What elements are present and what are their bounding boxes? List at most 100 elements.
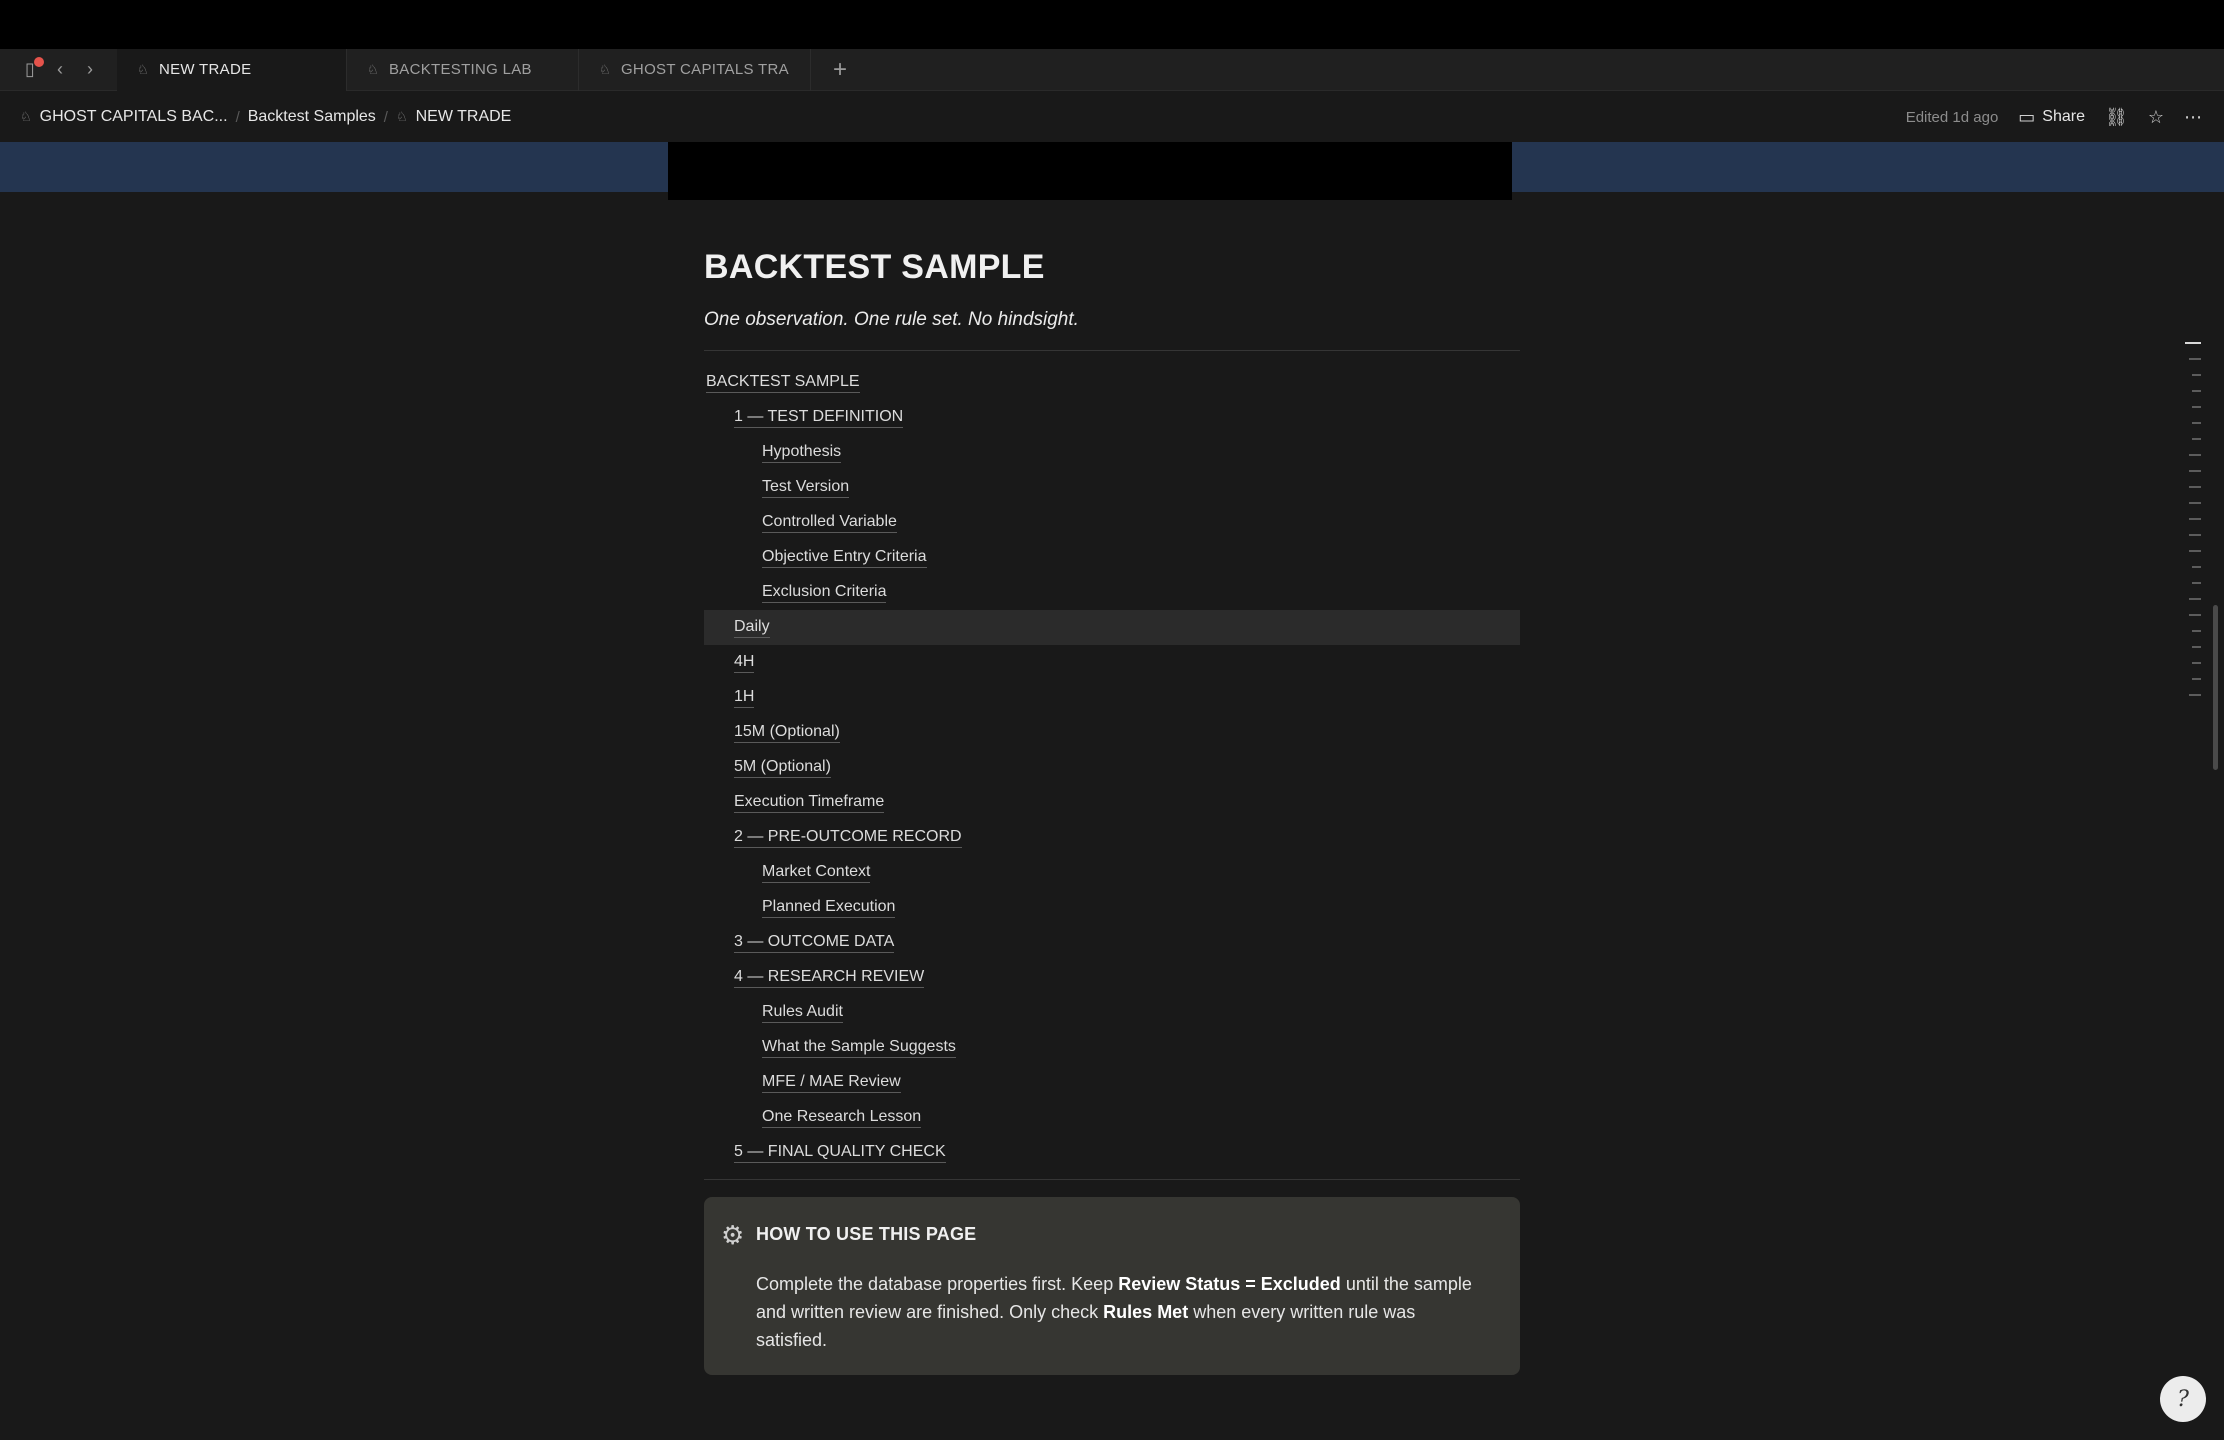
notification-badge <box>34 56 44 67</box>
outline-marker[interactable] <box>2192 630 2201 632</box>
new-tab-icon[interactable]: + <box>825 55 855 85</box>
page-subtitle[interactable]: One observation. One rule set. No hindsi… <box>704 309 1520 331</box>
page-icon: ♘ <box>137 61 149 77</box>
toc-item[interactable]: 1H <box>704 680 1520 715</box>
callout-title: HOW TO USE THIS PAGE <box>756 1224 977 1244</box>
callout-text: Complete the database properties first. … <box>756 1274 1119 1294</box>
outline-marker[interactable] <box>2189 486 2201 488</box>
page-content: BACKTEST SAMPLE One observation. One rul… <box>704 248 1520 1375</box>
breadcrumb-item-current[interactable]: ♘ NEW TRADE <box>396 108 511 126</box>
outline-marker[interactable] <box>2189 358 2201 360</box>
link-icon[interactable]: ⛓ <box>2105 107 2128 128</box>
toc-item[interactable]: 3 — OUTCOME DATA <box>704 925 1520 960</box>
table-of-contents: BACKTEST SAMPLE 1 — TEST DEFINITION Hypoth… <box>704 365 1520 1170</box>
toc-item[interactable]: 2 — PRE-OUTCOME RECORD <box>704 820 1520 855</box>
toc-item-label: 4H <box>734 653 755 673</box>
toc-item-label: 15M (Optional) <box>734 723 840 743</box>
outline-marker[interactable] <box>2185 342 2201 344</box>
toc-item-label: 1 — TEST DEFINITION <box>734 408 904 428</box>
outline-marker[interactable] <box>2192 582 2201 584</box>
tab-ghost-capitals[interactable]: ♘ GHOST CAPITALS TRA <box>579 48 811 91</box>
toc-item-label: What the Sample Suggests <box>762 1038 956 1058</box>
toc-item[interactable]: Objective Entry Criteria <box>704 540 1520 575</box>
toc-item[interactable]: 1 — TEST DEFINITION <box>704 400 1520 435</box>
share-button[interactable]: ▭ Share <box>2018 107 2085 128</box>
page-icon: ♘ <box>395 109 408 124</box>
sidebar-toggle-icon[interactable]: ▯ <box>15 55 45 85</box>
toc-item[interactable]: One Research Lesson <box>704 1100 1520 1135</box>
toc-item[interactable]: Planned Execution <box>704 890 1520 925</box>
tab-bar: ▯ ‹ › ♘ NEW TRADE ♘ BACKTESTING LAB ♘ GH… <box>0 48 2224 91</box>
toc-item-label: Daily <box>734 618 770 638</box>
toc-item[interactable]: 4H <box>704 645 1520 680</box>
page-outline-minimap[interactable] <box>2185 342 2201 710</box>
toc-item[interactable]: What the Sample Suggests <box>704 1030 1520 1065</box>
page-icon: ♘ <box>20 109 32 124</box>
tab-backtesting-lab[interactable]: ♘ BACKTESTING LAB <box>347 48 579 91</box>
toc-item[interactable]: BACKTEST SAMPLE <box>704 365 1520 400</box>
breadcrumb-label: NEW TRADE <box>415 108 512 125</box>
outline-marker[interactable] <box>2192 662 2201 664</box>
breadcrumb-item-root[interactable]: ♘ GHOST CAPITALS BAC... <box>20 108 228 126</box>
forward-icon[interactable]: › <box>75 55 105 85</box>
toc-item-label: Hypothesis <box>762 443 842 463</box>
outline-marker[interactable] <box>2189 598 2201 600</box>
outline-marker[interactable] <box>2192 678 2201 680</box>
forward-glyph: › <box>87 59 93 79</box>
page-header-bar: ♘ GHOST CAPITALS BAC... / Backtest Sampl… <box>0 92 2224 142</box>
outline-marker[interactable] <box>2192 438 2201 440</box>
toc-item-label: Test Version <box>762 478 850 498</box>
toc-item[interactable]: 5 — FINAL QUALITY CHECK <box>704 1135 1520 1170</box>
page-title[interactable]: BACKTEST SAMPLE <box>704 248 1520 287</box>
back-icon[interactable]: ‹ <box>45 55 75 85</box>
outline-marker[interactable] <box>2192 566 2201 568</box>
toc-item[interactable]: 4 — RESEARCH REVIEW <box>704 960 1520 995</box>
outline-marker[interactable] <box>2189 454 2201 456</box>
more-icon[interactable]: ⋯ <box>2184 107 2202 128</box>
outline-marker[interactable] <box>2189 614 2201 616</box>
breadcrumb-separator: / <box>235 108 240 126</box>
cover-image <box>668 142 1512 200</box>
toc-item-label: Market Context <box>762 863 871 883</box>
toc-item[interactable]: Hypothesis <box>704 435 1520 470</box>
share-label: Share <box>2042 108 2085 125</box>
edited-timestamp: Edited 1d ago <box>1905 108 1999 126</box>
outline-marker[interactable] <box>2189 694 2201 696</box>
toc-item[interactable]: Daily <box>704 610 1520 645</box>
back-glyph: ‹ <box>57 59 63 79</box>
toc-item[interactable]: Execution Timeframe <box>704 785 1520 820</box>
star-icon[interactable]: ☆ <box>2148 107 2164 128</box>
outline-marker[interactable] <box>2189 534 2201 536</box>
plus-glyph: + <box>832 55 847 83</box>
toc-item-label: One Research Lesson <box>762 1108 922 1128</box>
toc-item-label: 1H <box>734 688 755 708</box>
toc-item[interactable]: MFE / MAE Review <box>704 1065 1520 1100</box>
toc-item[interactable]: Exclusion Criteria <box>704 575 1520 610</box>
outline-marker[interactable] <box>2192 374 2201 376</box>
tab-new-trade[interactable]: ♘ NEW TRADE <box>117 48 347 91</box>
callout-block[interactable]: ⚙ HOW TO USE THIS PAGE Complete the data… <box>704 1197 1520 1375</box>
page-icon: ♘ <box>367 61 379 77</box>
outline-marker[interactable] <box>2192 406 2201 408</box>
toc-item[interactable]: 15M (Optional) <box>704 715 1520 750</box>
outline-marker[interactable] <box>2192 390 2201 392</box>
toc-item-label: 4 — RESEARCH REVIEW <box>734 968 925 988</box>
toc-item[interactable]: Market Context <box>704 855 1520 890</box>
breadcrumb-item-samples[interactable]: Backtest Samples <box>248 108 376 126</box>
toc-item[interactable]: Test Version <box>704 470 1520 505</box>
outline-marker[interactable] <box>2189 550 2201 552</box>
toc-item[interactable]: Controlled Variable <box>704 505 1520 540</box>
breadcrumb-separator: / <box>383 108 388 126</box>
toc-item-label: Planned Execution <box>762 898 896 918</box>
toc-item-label: 3 — OUTCOME DATA <box>734 933 895 953</box>
outline-marker[interactable] <box>2189 502 2201 504</box>
help-button[interactable]: ? <box>2160 1376 2206 1422</box>
toc-item[interactable]: 5M (Optional) <box>704 750 1520 785</box>
outline-marker[interactable] <box>2189 470 2201 472</box>
outline-marker[interactable] <box>2192 646 2201 648</box>
callout-emphasis: Rules Met <box>1103 1302 1189 1322</box>
scrollbar[interactable] <box>2213 605 2218 770</box>
outline-marker[interactable] <box>2192 422 2201 424</box>
outline-marker[interactable] <box>2189 518 2201 520</box>
toc-item[interactable]: Rules Audit <box>704 995 1520 1030</box>
